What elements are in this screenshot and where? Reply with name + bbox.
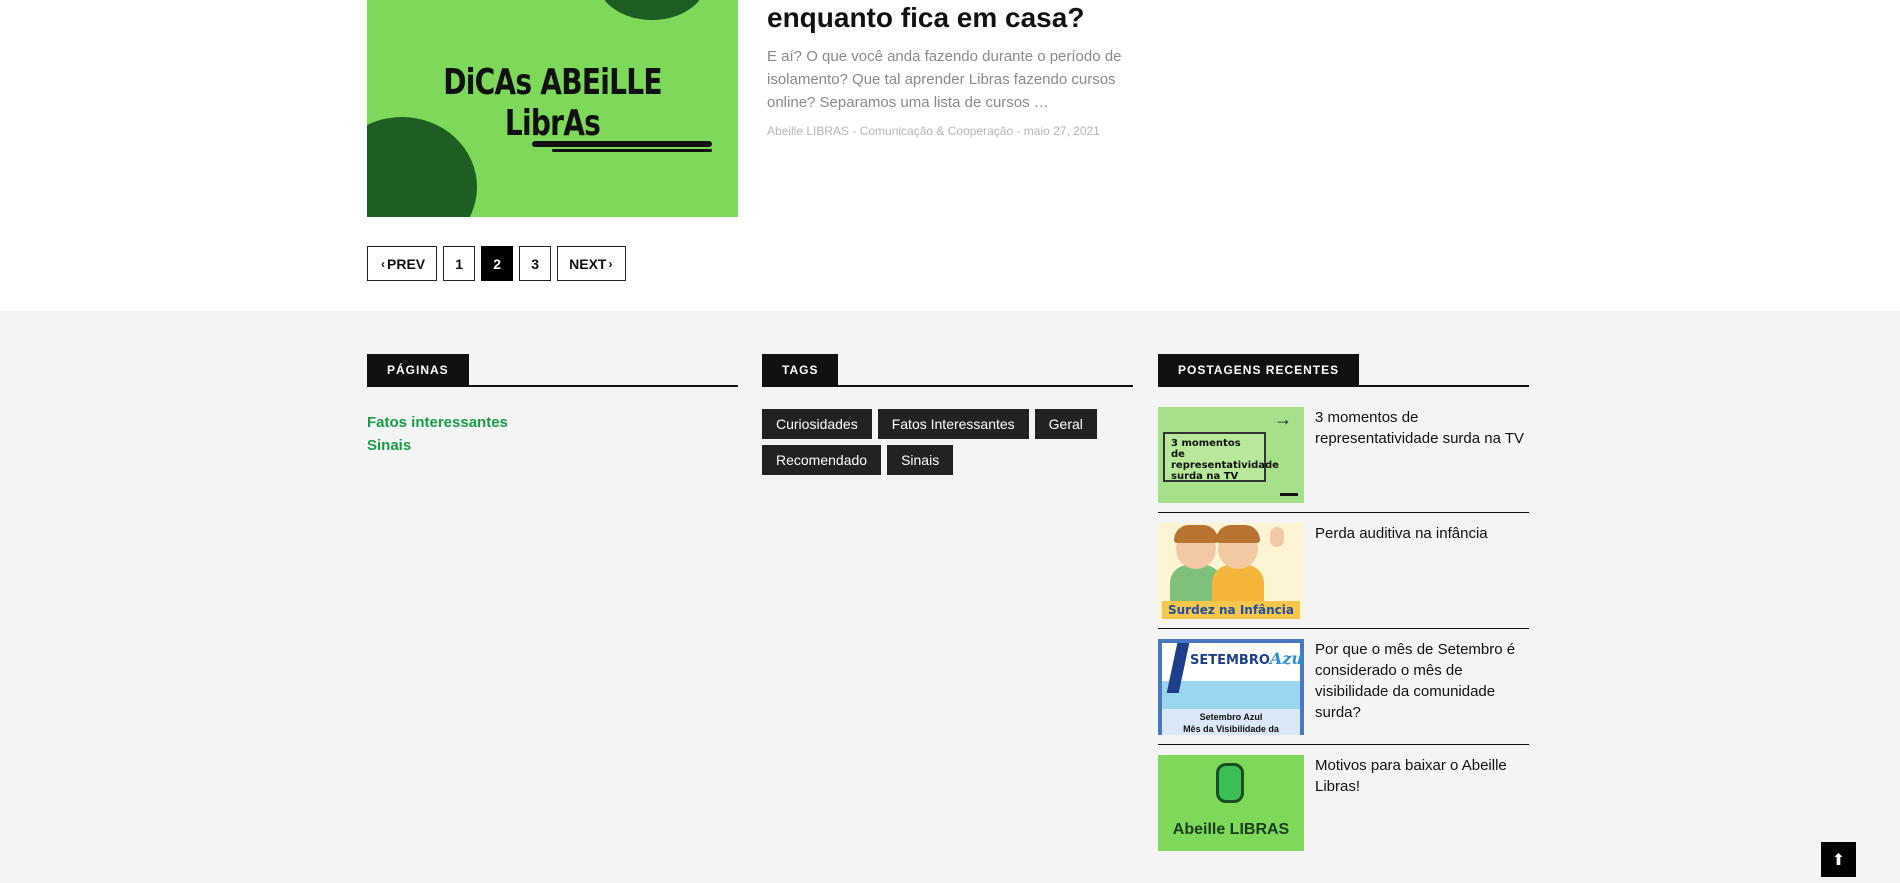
child-hair xyxy=(1174,525,1218,543)
recent-post-item[interactable]: Surdez na Infância Perda auditiva na inf… xyxy=(1158,523,1529,629)
tag-curiosidades[interactable]: Curiosidades xyxy=(762,409,872,439)
recent-posts-list: → 3 momentos de representatividade surda… xyxy=(1158,407,1529,861)
page-link-fatos-interessantes[interactable]: Fatos interessantes xyxy=(367,411,738,434)
child-illustration xyxy=(1212,565,1264,605)
widget-title: TAGS xyxy=(762,354,839,385)
recent-post-item[interactable]: SETEMBROAzul Setembro Azul Mês da Visibi… xyxy=(1158,639,1529,745)
thumbnail-text: Surdez na Infância xyxy=(1162,601,1300,619)
widget-header: PÁGINAS xyxy=(367,354,738,387)
tag-sinais[interactable]: Sinais xyxy=(887,445,954,475)
recent-post-title[interactable]: Motivos para baixar o Abeille Libras! xyxy=(1315,755,1529,851)
recent-post-thumbnail[interactable]: → 3 momentos de representatividade surda… xyxy=(1158,407,1304,503)
recent-posts-widget: POSTAGENS RECENTES → 3 momentos de repre… xyxy=(1158,354,1529,871)
tag-geral[interactable]: Geral xyxy=(1034,409,1097,439)
arrow-right-icon: → xyxy=(1274,409,1292,429)
article-section: DiCAs ABEiLLE LibrAs enquanto fica em ca… xyxy=(0,0,1900,311)
pagination: ‹ PREV 1 2 3 NEXT › xyxy=(367,246,627,281)
thumbnail-background xyxy=(1162,681,1300,711)
chevron-right-icon: › xyxy=(608,256,613,271)
recent-post-title[interactable]: 3 momentos de representatividade surda n… xyxy=(1315,407,1529,502)
widget-title: POSTAGENS RECENTES xyxy=(1158,354,1360,385)
pages-widget: PÁGINAS Fatos interessantes Sinais xyxy=(367,354,738,457)
thumbnail-stroke xyxy=(552,149,712,152)
page-1-button[interactable]: 1 xyxy=(443,246,476,281)
thumbnail-heading-accent: Azul xyxy=(1269,649,1304,668)
thumbnail-caption: Setembro Azul Mês da Visibilidade da xyxy=(1162,709,1300,735)
widget-header: POSTAGENS RECENTES xyxy=(1158,354,1529,387)
recent-post-item[interactable]: → 3 momentos de representatividade surda… xyxy=(1158,407,1529,513)
tags-widget: TAGS Curiosidades Fatos Interessantes Ge… xyxy=(762,354,1133,475)
recent-post-title[interactable]: Perda auditiva na infância xyxy=(1315,523,1529,618)
footer: PÁGINAS Fatos interessantes Sinais TAGS … xyxy=(0,311,1900,883)
recent-post-thumbnail[interactable]: Abeille LIBRAS xyxy=(1158,755,1304,851)
widget-title: PÁGINAS xyxy=(367,354,469,385)
thumbnail-text: Abeille LIBRAS xyxy=(1172,821,1290,838)
next-label: NEXT xyxy=(569,255,607,272)
hand-icon xyxy=(1280,493,1298,503)
arrow-up-icon: ⬆ xyxy=(1831,851,1846,869)
thumbnail-canvas: SETEMBROAzul Setembro Azul Mês da Visibi… xyxy=(1162,643,1304,735)
article-meta: Abeille LIBRAS - Comunicação & Cooperaçã… xyxy=(767,124,1100,138)
next-page-button[interactable]: NEXT › xyxy=(557,246,627,281)
thumbnail-caption-line: Mês da Visibilidade da xyxy=(1183,724,1279,734)
prev-label: PREV xyxy=(387,255,426,272)
page-3-button[interactable]: 3 xyxy=(519,246,552,281)
prev-page-button[interactable]: ‹ PREV xyxy=(367,246,438,281)
child-hair xyxy=(1216,525,1260,543)
back-to-top-button[interactable]: ⬆ xyxy=(1821,842,1856,877)
ear-icon xyxy=(1270,527,1284,547)
widget-header: TAGS xyxy=(762,354,1133,387)
thumbnail-decoration xyxy=(597,0,707,20)
thumbnail-heading-main: SETEMBRO xyxy=(1190,653,1270,668)
article-excerpt: E aí? O que você anda fazendo durante o … xyxy=(767,48,1122,111)
page-2-button[interactable]: 2 xyxy=(481,246,514,281)
thumbnail-stroke xyxy=(532,141,712,147)
recent-post-thumbnail[interactable]: SETEMBROAzul Setembro Azul Mês da Visibi… xyxy=(1158,639,1304,735)
article-title[interactable]: enquanto fica em casa? xyxy=(767,0,1084,36)
tag-cloud: Curiosidades Fatos Interessantes Geral R… xyxy=(762,409,1133,475)
article-thumbnail[interactable]: DiCAs ABEiLLE LibrAs xyxy=(367,0,738,217)
chevron-left-icon: ‹ xyxy=(381,256,385,271)
pages-list: Fatos interessantes Sinais xyxy=(367,411,738,457)
thumbnail-text: DiCAs ABEiLLE LibrAs xyxy=(443,62,662,144)
thumbnail-text: 3 momentos de representatividade surda n… xyxy=(1163,432,1279,482)
thumbnail-caption-line: Setembro Azul xyxy=(1199,712,1263,722)
hand-logo-icon xyxy=(1216,763,1244,803)
thumbnail-heading: SETEMBROAzul xyxy=(1190,649,1304,668)
tag-recomendado[interactable]: Recomendado xyxy=(762,445,882,475)
recent-post-thumbnail[interactable]: Surdez na Infância xyxy=(1158,523,1304,619)
tag-fatos-interessantes[interactable]: Fatos Interessantes xyxy=(877,409,1029,439)
page-link-sinais[interactable]: Sinais xyxy=(367,434,738,457)
recent-post-title[interactable]: Por que o mês de Setembro é considerado … xyxy=(1315,639,1529,734)
recent-post-item[interactable]: Abeille LIBRAS Motivos para baixar o Abe… xyxy=(1158,755,1529,861)
